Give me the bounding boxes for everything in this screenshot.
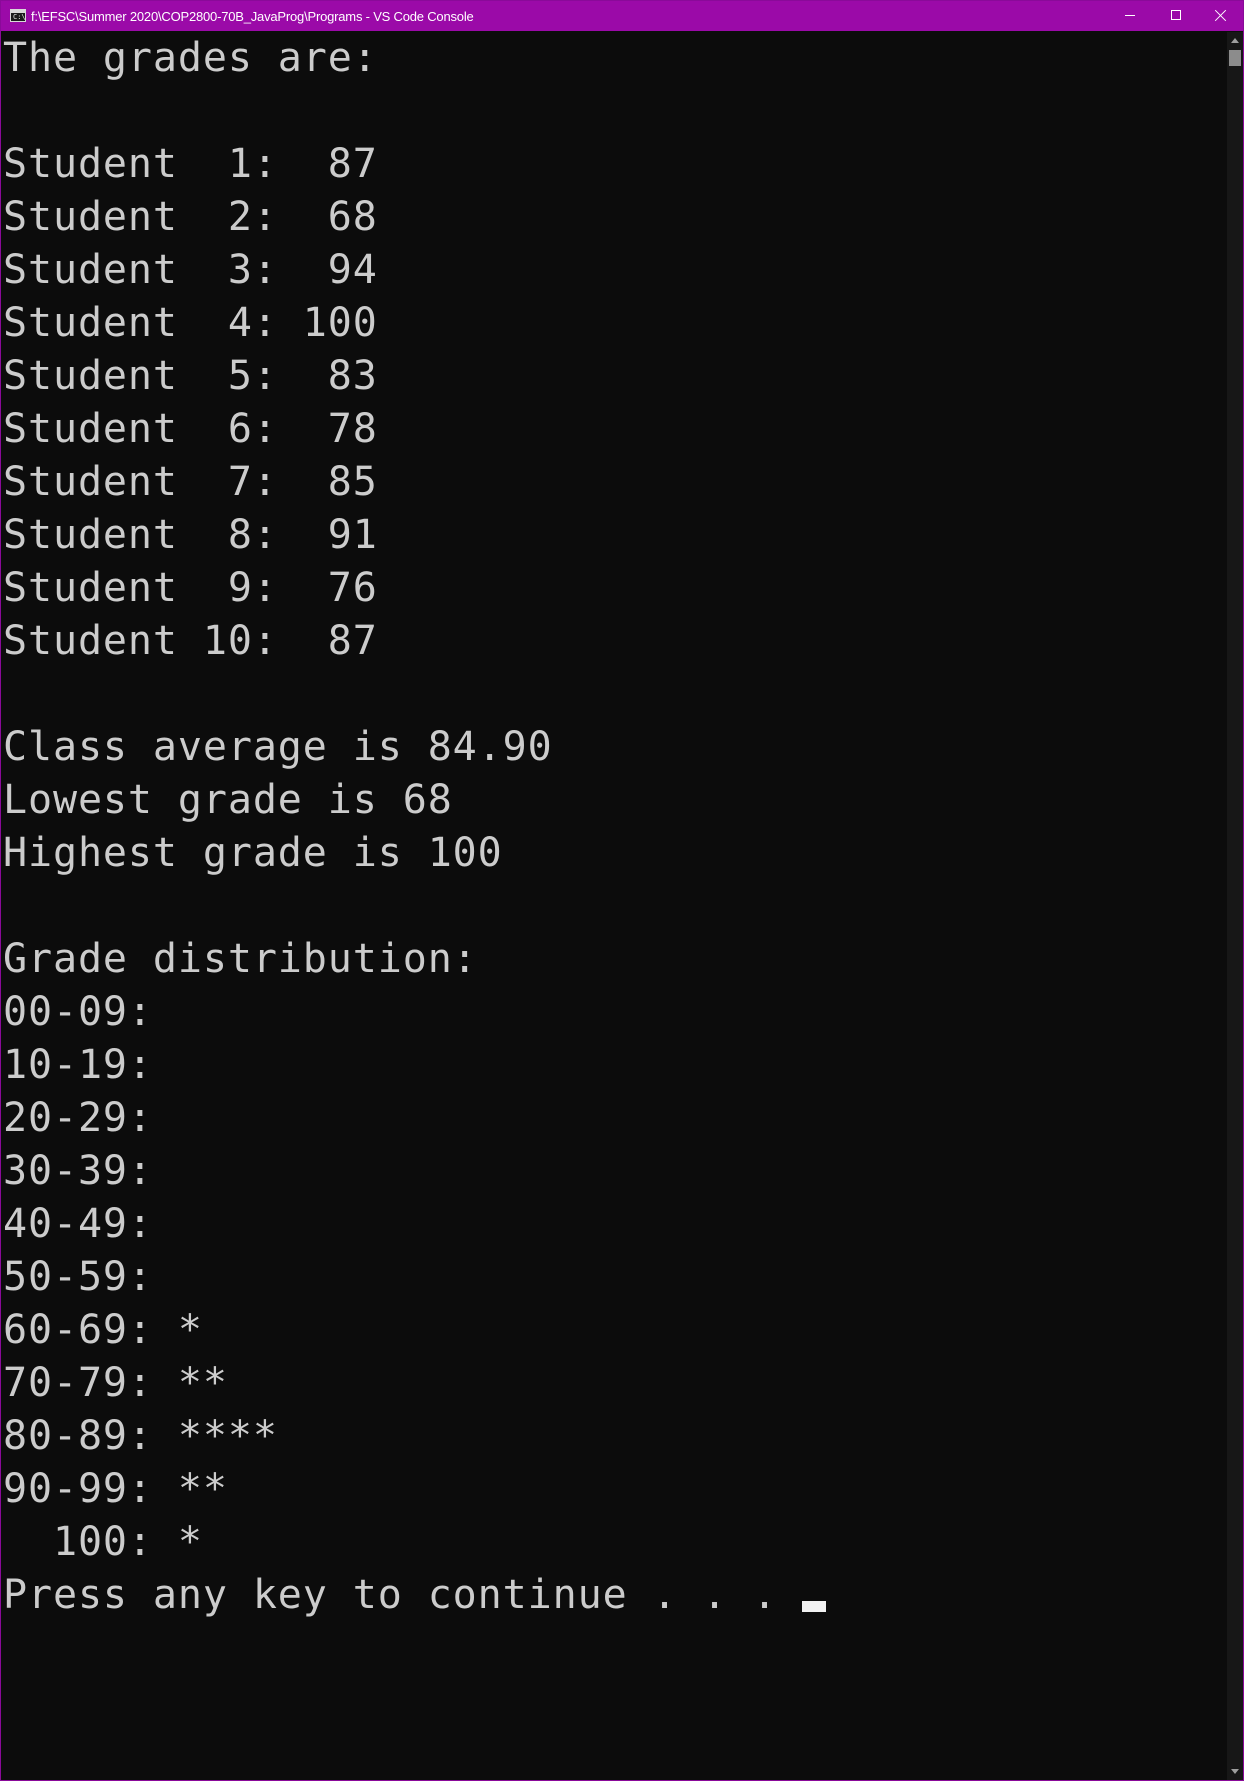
text-cursor bbox=[802, 1601, 827, 1612]
console-line: 60-69: * bbox=[3, 1307, 203, 1353]
console-output[interactable]: The grades are: Student 1: 87 Student 2:… bbox=[3, 32, 1227, 1780]
prompt-line: Press any key to continue . . . bbox=[3, 1569, 1227, 1622]
console-line: 20-29: bbox=[3, 1095, 178, 1141]
console-line: Student 6: 78 bbox=[3, 406, 378, 452]
title-bar[interactable]: C:\. f:\EFSC\Summer 2020\COP2800-70B_Jav… bbox=[1, 1, 1243, 31]
console-line: 40-49: bbox=[3, 1201, 178, 1247]
console-line: Student 10: 87 bbox=[3, 618, 378, 664]
console-line: Student 4: 100 bbox=[3, 300, 378, 346]
prompt-text: Press any key to continue . . . bbox=[3, 1572, 803, 1618]
console-window: C:\. f:\EFSC\Summer 2020\COP2800-70B_Jav… bbox=[0, 0, 1244, 1781]
console-line: The grades are: bbox=[3, 35, 378, 81]
console-line: 70-79: ** bbox=[3, 1360, 228, 1406]
console-line: Grade distribution: bbox=[3, 936, 478, 982]
window-title: f:\EFSC\Summer 2020\COP2800-70B_JavaProg… bbox=[31, 9, 474, 24]
console-icon-label: C:\. bbox=[13, 13, 26, 21]
close-icon[interactable] bbox=[1197, 1, 1243, 31]
console-line: Student 1: 87 bbox=[3, 141, 378, 187]
scrollbar-thumb[interactable] bbox=[1229, 50, 1241, 66]
console-line: Student 3: 94 bbox=[3, 247, 378, 293]
maximize-icon[interactable] bbox=[1153, 1, 1199, 31]
console-line: 80-89: **** bbox=[3, 1413, 278, 1459]
console-line: 10-19: bbox=[3, 1042, 178, 1088]
console-icon[interactable]: C:\. bbox=[10, 9, 26, 22]
console-line: Student 5: 83 bbox=[3, 353, 378, 399]
console-line: 100: * bbox=[3, 1519, 203, 1565]
console-line: Student 8: 91 bbox=[3, 512, 378, 558]
console-line: 30-39: bbox=[3, 1148, 178, 1194]
console-line: Class average is 84.90 bbox=[3, 724, 553, 770]
scroll-down-icon[interactable] bbox=[1231, 1769, 1239, 1774]
console-line: Student 2: 68 bbox=[3, 194, 378, 240]
console-line: 90-99: ** bbox=[3, 1466, 228, 1512]
console-line: Student 9: 76 bbox=[3, 565, 378, 611]
console-line: 00-09: bbox=[3, 989, 178, 1035]
vertical-scrollbar[interactable] bbox=[1227, 32, 1243, 1780]
console-line: Student 7: 85 bbox=[3, 459, 378, 505]
scroll-up-icon[interactable] bbox=[1231, 38, 1239, 43]
console-line: Lowest grade is 68 bbox=[3, 777, 453, 823]
console-line: Highest grade is 100 bbox=[3, 830, 503, 876]
minimize-icon[interactable] bbox=[1107, 1, 1153, 31]
console-line: 50-59: bbox=[3, 1254, 178, 1300]
